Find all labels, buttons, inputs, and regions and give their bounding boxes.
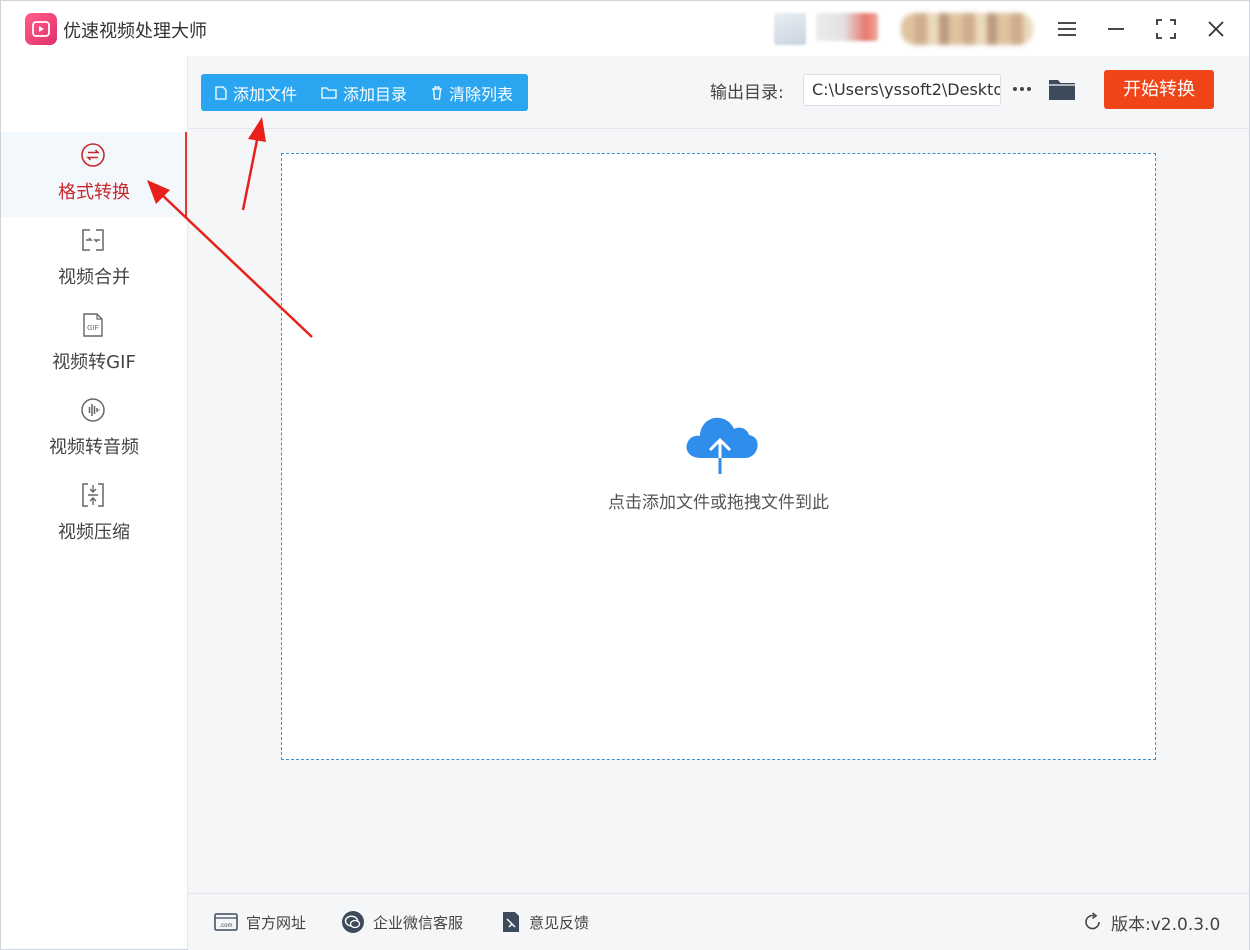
sidebar-item-label: 视频合并 bbox=[58, 267, 130, 288]
version-info[interactable]: 版本:v2.0.3.0 bbox=[1083, 894, 1220, 950]
website-icon: .com bbox=[214, 913, 238, 931]
wechat-icon bbox=[342, 911, 364, 933]
close-icon[interactable] bbox=[1202, 15, 1230, 43]
feedback-icon bbox=[503, 912, 519, 932]
wechat-label: 企业微信客服 bbox=[373, 913, 464, 932]
svg-text:.com: .com bbox=[219, 923, 232, 929]
compress-icon bbox=[82, 483, 104, 507]
account-avatar[interactable] bbox=[774, 13, 806, 45]
gif-icon: GIF bbox=[83, 313, 103, 337]
sidebar-item-video-compress[interactable]: 视频压缩 bbox=[1, 472, 187, 557]
account-name[interactable] bbox=[816, 13, 878, 41]
title-bar: 优速视频处理大师 bbox=[1, 1, 1249, 56]
merge-icon bbox=[82, 229, 104, 251]
version-label: 版本:v2.0.3.0 bbox=[1111, 914, 1221, 935]
app-window: 优速视频处理大师 格式转换 视频合并 GIF 视频转GIF 视频转音频 视频压缩… bbox=[0, 0, 1250, 950]
official-website-link[interactable]: .com 官方网址 bbox=[214, 894, 306, 950]
maximize-icon[interactable] bbox=[1152, 15, 1180, 43]
folder-outline-icon bbox=[321, 87, 337, 99]
sidebar-item-label: 视频压缩 bbox=[58, 522, 130, 543]
sidebar-item-video-to-audio[interactable]: 视频转音频 bbox=[1, 387, 187, 472]
audio-icon bbox=[81, 398, 105, 422]
svg-text:GIF: GIF bbox=[87, 325, 99, 332]
sidebar-item-video-merge[interactable]: 视频合并 bbox=[1, 217, 187, 302]
trash-icon bbox=[432, 85, 442, 100]
start-convert-button[interactable]: 开始转换 bbox=[1104, 70, 1214, 109]
sidebar-item-label: 视频转音频 bbox=[49, 437, 139, 458]
more-options-icon[interactable] bbox=[1010, 74, 1034, 104]
add-file-label: 添加文件 bbox=[233, 84, 298, 104]
clear-list-button[interactable]: 清除列表 bbox=[431, 74, 513, 111]
membership-badge[interactable] bbox=[901, 13, 1033, 45]
add-directory-label: 添加目录 bbox=[343, 84, 408, 104]
toolbar: 添加文件 添加目录 清除列表 输出目录: C:\Users\yssoft2\De… bbox=[188, 56, 1249, 129]
clear-list-label: 清除列表 bbox=[449, 84, 514, 104]
sidebar-item-video-to-gif[interactable]: GIF 视频转GIF bbox=[1, 302, 187, 387]
cloud-upload-icon bbox=[686, 417, 758, 474]
dropzone-hint: 点击添加文件或拖拽文件到此 bbox=[608, 493, 829, 513]
app-title: 优速视频处理大师 bbox=[63, 21, 207, 42]
sidebar-item-label: 格式转换 bbox=[58, 182, 130, 203]
sidebar-item-label: 视频转GIF bbox=[52, 352, 136, 373]
app-logo-icon bbox=[25, 13, 57, 45]
refresh-icon bbox=[1085, 912, 1100, 930]
wechat-support-link[interactable]: 企业微信客服 bbox=[341, 894, 463, 950]
minimize-icon[interactable] bbox=[1102, 15, 1130, 43]
output-directory-label: 输出目录: bbox=[710, 83, 784, 103]
file-icon bbox=[215, 85, 227, 100]
open-folder-icon[interactable] bbox=[1047, 74, 1077, 104]
add-directory-button[interactable]: 添加目录 bbox=[321, 74, 407, 111]
footer: .com 官方网址 企业微信客服 意见反馈 版本:v2.0.3.0 bbox=[188, 893, 1249, 950]
output-directory-input[interactable]: C:\Users\yssoft2\Desktop bbox=[803, 74, 1001, 106]
add-file-button[interactable]: 添加文件 bbox=[215, 74, 297, 111]
file-button-group: 添加文件 添加目录 清除列表 bbox=[201, 74, 528, 111]
menu-icon[interactable] bbox=[1053, 15, 1081, 43]
feedback-link[interactable]: 意见反馈 bbox=[501, 894, 589, 950]
feedback-label: 意见反馈 bbox=[529, 913, 590, 932]
sidebar-item-format-convert[interactable]: 格式转换 bbox=[1, 132, 187, 217]
main-panel: 添加文件 添加目录 清除列表 输出目录: C:\Users\yssoft2\De… bbox=[188, 56, 1249, 950]
convert-icon bbox=[81, 143, 105, 167]
file-dropzone[interactable]: 点击添加文件或拖拽文件到此 bbox=[281, 153, 1156, 760]
website-label: 官方网址 bbox=[246, 913, 307, 932]
sidebar: 格式转换 视频合并 GIF 视频转GIF 视频转音频 视频压缩 bbox=[1, 56, 188, 949]
